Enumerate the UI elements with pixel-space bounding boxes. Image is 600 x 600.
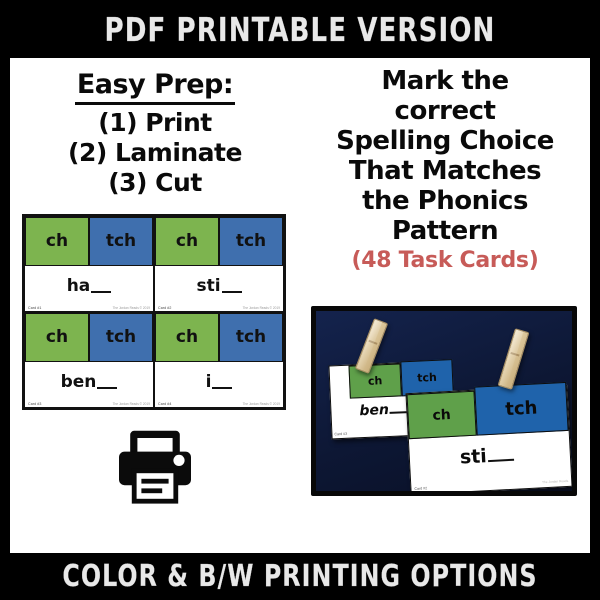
choice-option-green[interactable]: ch [155,217,219,266]
task-card[interactable]: ch tch ha Card #1 The Jordan Reads © 201… [24,216,154,312]
left-panel: Easy Prep: (1) Print (2) Laminate (3) Cu… [10,58,300,553]
easy-prep-block: Easy Prep: (1) Print (2) Laminate (3) Cu… [10,68,300,198]
choice-option-blue[interactable]: tch [89,313,153,362]
photo-card-number-front: Card #2 [414,486,428,491]
photo-blank-line [487,458,515,463]
choice-row: ch tch [25,313,153,362]
photo-task-card-front: ch tch sti Card #2 The Jordan Reads [405,381,572,491]
blank-line [212,387,233,390]
prep-step-2: (2) Laminate [68,138,242,167]
card-number-label: Card #3 [28,402,42,406]
blank-line [221,291,242,294]
choice-row: ch tch [155,313,283,362]
clothespin-right [497,328,530,390]
word-prompt: ha [67,276,112,296]
photo-choice-green: ch [406,390,477,440]
photo-word-prompt: ben [359,401,413,420]
word-prompt: ben [61,372,118,392]
task-card-count-label: (48 Task Cards) [351,248,539,273]
word-stem: ha [66,276,91,297]
top-banner-text: PDF PRINTABLE VERSION [104,10,496,49]
card-number-label: Card #1 [28,306,42,310]
bottom-banner-text: COLOR & B/W PRINTING OPTIONS [62,559,538,594]
prep-step-1: (1) Print [98,108,212,137]
card-credit-label: The Jordan Reads © 2019 [242,402,280,406]
task-heading-block: Mark the correct Spelling Choice That Ma… [304,66,586,275]
task-heading-line-3: Spelling Choice [336,126,554,156]
word-stem: ben [60,372,97,393]
blank-line [97,387,118,390]
printer-icon [115,426,195,506]
card-credit-label: The Jordan Reads © 2019 [242,306,280,310]
word-stem: i [205,372,212,393]
choice-option-blue[interactable]: tch [219,313,283,362]
photo-word-stem: ben [359,401,390,420]
choice-option-green[interactable]: ch [25,313,89,362]
right-panel: Mark the correct Spelling Choice That Ma… [300,58,590,553]
choice-row: ch tch [25,217,153,266]
task-card[interactable]: ch tch i Card #4 The Jordan Reads © 2019 [154,312,284,408]
photo-card-number-back: Card #3 [334,431,348,437]
word-prompt: sti [196,276,242,297]
blank-line [91,291,112,294]
prep-step-3: (3) Cut [108,168,202,197]
choice-option-green[interactable]: ch [25,217,89,266]
product-photo: ch tch ben Card #3 ch tch sti Card #2 Th… [316,311,572,491]
task-heading-line-2: correct [394,96,496,126]
card-credit-label: The Jordan Reads © 2019 [112,306,150,310]
choice-option-green[interactable]: ch [155,313,219,362]
card-number-label: Card #2 [158,306,172,310]
task-card-grid: ch tch ha Card #1 The Jordan Reads © 201… [22,214,286,410]
photo-credit-label: The Jordan Reads [541,478,569,485]
word-prompt: i [206,372,233,392]
product-photo-frame: ch tch ben Card #3 ch tch sti Card #2 Th… [311,306,577,496]
word-row: ha Card #1 The Jordan Reads © 2019 [25,265,153,311]
word-row: ben Card #3 The Jordan Reads © 2019 [25,361,153,407]
card-credit-label: The Jordan Reads © 2019 [112,402,150,406]
word-stem: sti [196,276,221,297]
photo-word-prompt: sti [459,444,515,469]
photo-word-stem: sti [459,445,488,469]
task-heading-line-5: the Phonics [362,186,528,216]
choice-option-blue[interactable]: tch [89,217,153,266]
easy-prep-title-wrap: Easy Prep: [10,68,300,108]
easy-prep-title: Easy Prep: [74,68,236,105]
word-row: i Card #4 The Jordan Reads © 2019 [155,361,283,407]
photo-choice-blue: tch [474,381,569,436]
choice-option-blue[interactable]: tch [219,217,283,266]
choice-row: ch tch [155,217,283,266]
task-heading-line-1: Mark the [381,66,509,96]
poster-root: PDF PRINTABLE VERSION Easy Prep: (1) Pri… [0,0,600,600]
task-card[interactable]: ch tch ben Card #3 The Jordan Reads © 20… [24,312,154,408]
content-card: Easy Prep: (1) Print (2) Laminate (3) Cu… [10,58,590,553]
task-heading-line-6: Pattern [391,216,499,246]
word-row: sti Card #2 The Jordan Reads © 2019 [155,265,283,311]
task-card[interactable]: ch tch sti Card #2 The Jordan Reads © 20… [154,216,284,312]
card-number-label: Card #4 [158,402,172,406]
task-heading-line-4: That Matches [348,156,542,186]
